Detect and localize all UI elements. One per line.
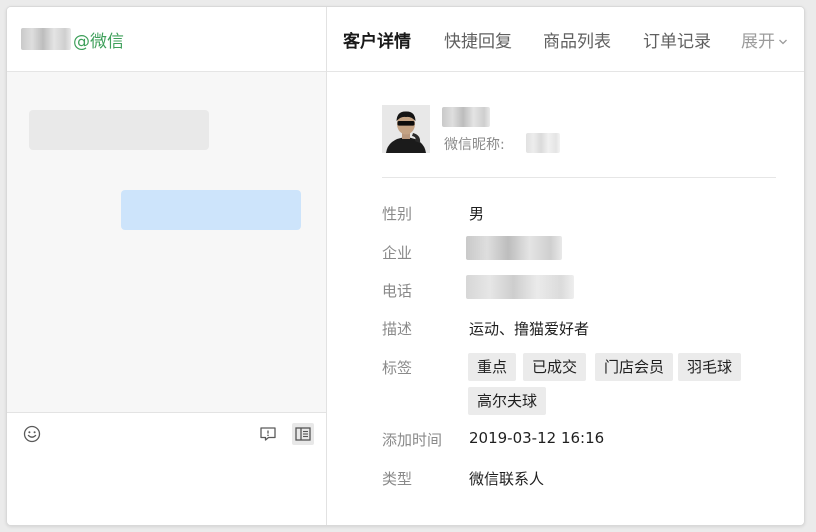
tab-product-list[interactable]: 商品列表 bbox=[543, 27, 611, 52]
company-value-redacted bbox=[466, 236, 562, 260]
quick-reply-button[interactable] bbox=[257, 423, 279, 445]
profile-divider bbox=[382, 177, 776, 178]
tag-item[interactable]: 已成交 bbox=[523, 353, 587, 381]
app-window: @微信 客户详情 快捷回复 商品列表 订单记录 展开 微信昵称: 性别 男 企业… bbox=[6, 6, 805, 526]
detail-tabs: 客户详情 快捷回复 商品列表 订单记录 展开 bbox=[327, 7, 804, 72]
avatar[interactable] bbox=[382, 105, 430, 153]
added-time-label: 添加时间 bbox=[382, 431, 443, 449]
tag-item[interactable]: 羽毛球 bbox=[678, 353, 742, 381]
expand-label: 展开 bbox=[741, 32, 775, 52]
phone-value-redacted bbox=[466, 275, 574, 299]
phone-label: 电话 bbox=[382, 282, 413, 300]
chat-bubble-icon bbox=[260, 427, 276, 441]
detail-pane: 客户详情 快捷回复 商品列表 订单记录 展开 微信昵称: 性别 男 企业 电话 … bbox=[327, 7, 804, 525]
sidebar-panel-icon bbox=[295, 427, 311, 441]
chevron-down-icon bbox=[779, 39, 787, 45]
emoji-button[interactable] bbox=[21, 423, 43, 445]
sent-message-bubble[interactable] bbox=[121, 190, 301, 230]
tab-quick-replies[interactable]: 快捷回复 bbox=[444, 27, 512, 52]
customer-name-redacted bbox=[442, 107, 490, 127]
smiley-icon bbox=[23, 425, 41, 443]
tag-item[interactable]: 门店会员 bbox=[595, 353, 674, 381]
description-value: 运动、撸猫爱好者 bbox=[469, 320, 590, 338]
tab-expand-more[interactable]: 展开 bbox=[741, 27, 788, 52]
nickname-label: 微信昵称: bbox=[444, 137, 505, 153]
added-time-value: 2019-03-12 16:16 bbox=[469, 429, 605, 447]
contact-source-tag: @微信 bbox=[73, 31, 124, 52]
tab-order-history[interactable]: 订单记录 bbox=[643, 27, 711, 52]
company-label: 企业 bbox=[382, 244, 413, 262]
received-message-bubble[interactable] bbox=[29, 110, 209, 150]
chat-pane: @微信 bbox=[7, 7, 327, 525]
message-compose-area[interactable] bbox=[7, 412, 326, 525]
chat-header: @微信 bbox=[7, 7, 326, 72]
type-value: 微信联系人 bbox=[469, 470, 545, 488]
gender-label: 性别 bbox=[382, 205, 413, 223]
tags-label: 标签 bbox=[382, 359, 413, 377]
gender-value: 男 bbox=[469, 205, 485, 223]
description-label: 描述 bbox=[382, 320, 413, 338]
tag-item[interactable]: 重点 bbox=[468, 353, 517, 381]
tag-item[interactable]: 高尔夫球 bbox=[468, 387, 547, 415]
type-label: 类型 bbox=[382, 470, 413, 488]
toggle-detail-panel-button[interactable] bbox=[292, 423, 314, 445]
nickname-redacted bbox=[526, 133, 560, 153]
tab-customer-details[interactable]: 客户详情 bbox=[343, 27, 411, 52]
contact-name-redacted bbox=[21, 28, 71, 50]
